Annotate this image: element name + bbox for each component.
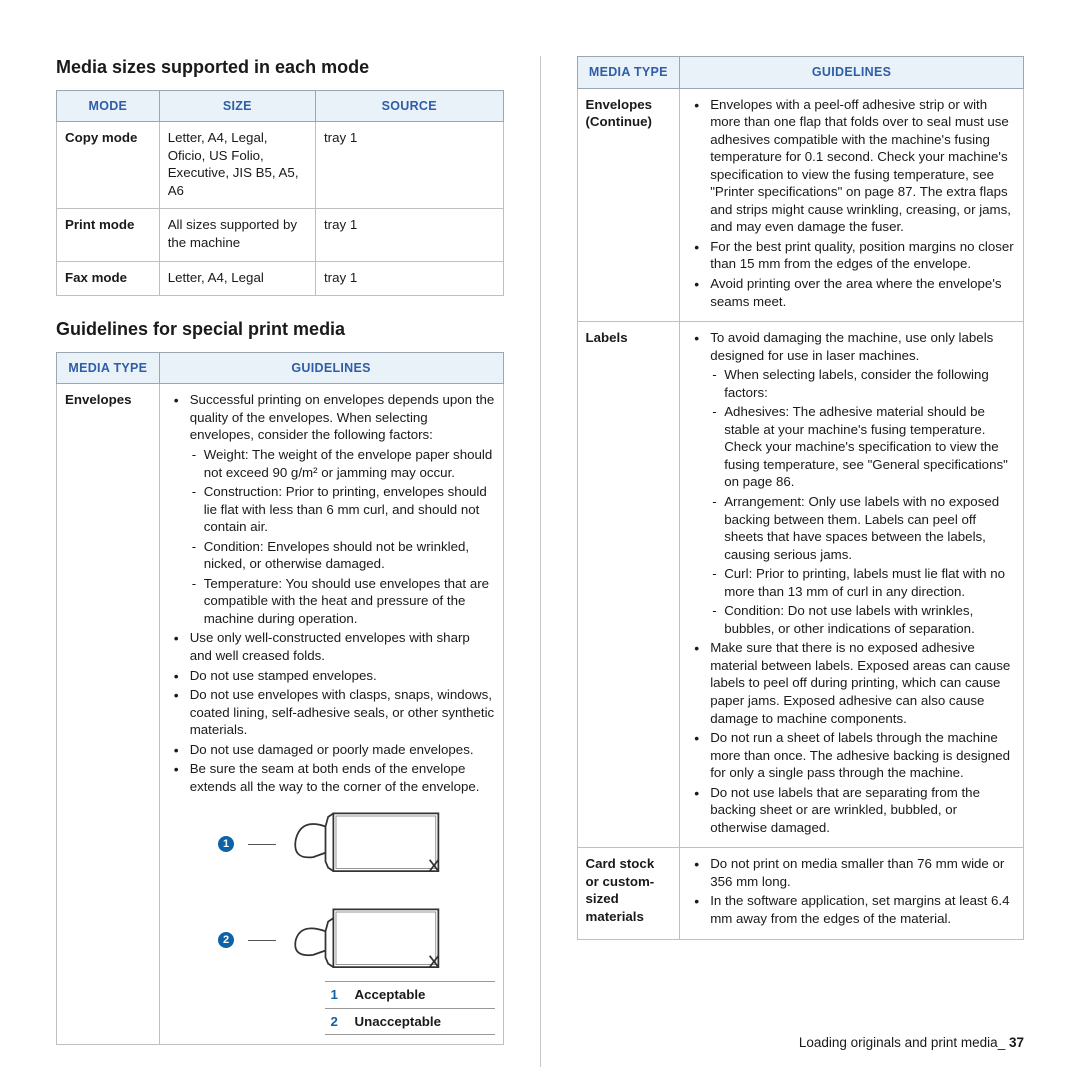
bullet: Envelopes with a peel-off adhesive strip… [688,96,1015,236]
th-mediatype: MEDIA TYPE [577,57,680,89]
bullet: Do not use stamped envelopes. [168,667,495,685]
bullet: Be sure the seam at both ends of the env… [168,760,495,795]
envelope-diagram: 1 2 [168,809,495,975]
table-row: Print mode All sizes supported by the ma… [57,209,504,261]
dash: Temperature: You should use envelopes th… [190,575,495,628]
cell-source: tray 1 [315,209,503,261]
bullet: In the software application, set margins… [688,892,1015,927]
media-sizes-table: MODE SIZE SOURCE Copy mode Letter, A4, L… [56,90,504,296]
dash: Condition: Do not use labels with wrinkl… [710,602,1015,637]
row-cardstock: Card stock or custom-sized materials Do … [577,848,1024,939]
section1-heading: Media sizes supported in each mode [56,56,504,80]
cell-mediatype: Envelopes (Continue) [577,88,680,322]
th-mediatype: MEDIA TYPE [57,352,160,384]
guidelines-table-left: MEDIA TYPE GUIDELINES Envelopes Successf… [56,352,504,1046]
dash: Adhesives: The adhesive material should … [710,403,1015,491]
row-envelopes-continue: Envelopes (Continue) Envelopes with a pe… [577,88,1024,322]
badge-two: 2 [218,932,234,948]
bullet: Do not print on media smaller than 76 mm… [688,855,1015,890]
right-column: MEDIA TYPE GUIDELINES Envelopes (Continu… [577,56,1025,1067]
cell-source: tray 1 [315,122,503,209]
th-guidelines: GUIDELINES [159,352,503,384]
row-envelopes: Envelopes Successful printing on envelop… [57,384,504,1045]
bullet: Successful printing on envelopes depends… [168,391,495,627]
dash: Weight: The weight of the envelope paper… [190,446,495,481]
row-labels: Labels To avoid damaging the machine, us… [577,322,1024,848]
page-footer: Loading originals and print media_ 37 [799,1034,1024,1052]
envelope-acceptable-icon [284,809,444,879]
dash: Construction: Prior to printing, envelop… [190,483,495,536]
column-divider [540,56,541,1067]
cell-guidelines: Envelopes with a peel-off adhesive strip… [680,88,1024,322]
cell-guidelines: Successful printing on envelopes depends… [159,384,503,1045]
cell-source: tray 1 [315,261,503,296]
diagram-legend: 1 Acceptable 2 Unacceptable [325,981,495,1035]
left-column: Media sizes supported in each mode MODE … [56,56,504,1067]
page-number: 37 [1009,1035,1024,1050]
legend-num: 1 [331,986,343,1004]
bullet: Avoid printing over the area where the e… [688,275,1015,310]
th-mode: MODE [57,90,160,122]
cell-mode: Copy mode [57,122,160,209]
bullet: To avoid damaging the machine, use only … [688,329,1015,637]
cell-size: All sizes supported by the machine [159,209,315,261]
envelope-unacceptable-icon [284,905,444,975]
cell-mediatype: Card stock or custom-sized materials [577,848,680,939]
table-row: Copy mode Letter, A4, Legal, Oficio, US … [57,122,504,209]
bullet: Make sure that there is no exposed adhes… [688,639,1015,727]
legend-label: Unacceptable [355,1013,441,1031]
cell-mediatype: Labels [577,322,680,848]
cell-size: Letter, A4, Legal, Oficio, US Folio, Exe… [159,122,315,209]
dash: When selecting labels, consider the foll… [710,366,1015,401]
bullet: Do not use envelopes with clasps, snaps,… [168,686,495,739]
legend-num: 2 [331,1013,343,1031]
table-row: Fax mode Letter, A4, Legal tray 1 [57,261,504,296]
bullet: Do not run a sheet of labels through the… [688,729,1015,782]
cell-mode: Fax mode [57,261,160,296]
guidelines-table-right: MEDIA TYPE GUIDELINES Envelopes (Continu… [577,56,1025,940]
cell-mediatype: Envelopes [57,384,160,1045]
legend-row: 1 Acceptable [325,981,495,1008]
th-guidelines: GUIDELINES [680,57,1024,89]
section2-heading: Guidelines for special print media [56,318,504,342]
th-size: SIZE [159,90,315,122]
cell-size: Letter, A4, Legal [159,261,315,296]
footer-text: Loading originals and print media_ [799,1035,1005,1050]
badge-one: 1 [218,836,234,852]
dash: Condition: Envelopes should not be wrink… [190,538,495,573]
cell-guidelines: Do not print on media smaller than 76 mm… [680,848,1024,939]
th-source: SOURCE [315,90,503,122]
bullet: For the best print quality, position mar… [688,238,1015,273]
cell-mode: Print mode [57,209,160,261]
bullet: Use only well-constructed envelopes with… [168,629,495,664]
bullet: Do not use labels that are separating fr… [688,784,1015,837]
legend-label: Acceptable [355,986,426,1004]
legend-row: 2 Unacceptable [325,1008,495,1036]
dash: Arrangement: Only use labels with no exp… [710,493,1015,563]
bullet: Do not use damaged or poorly made envelo… [168,741,495,759]
dash: Curl: Prior to printing, labels must lie… [710,565,1015,600]
cell-guidelines: To avoid damaging the machine, use only … [680,322,1024,848]
